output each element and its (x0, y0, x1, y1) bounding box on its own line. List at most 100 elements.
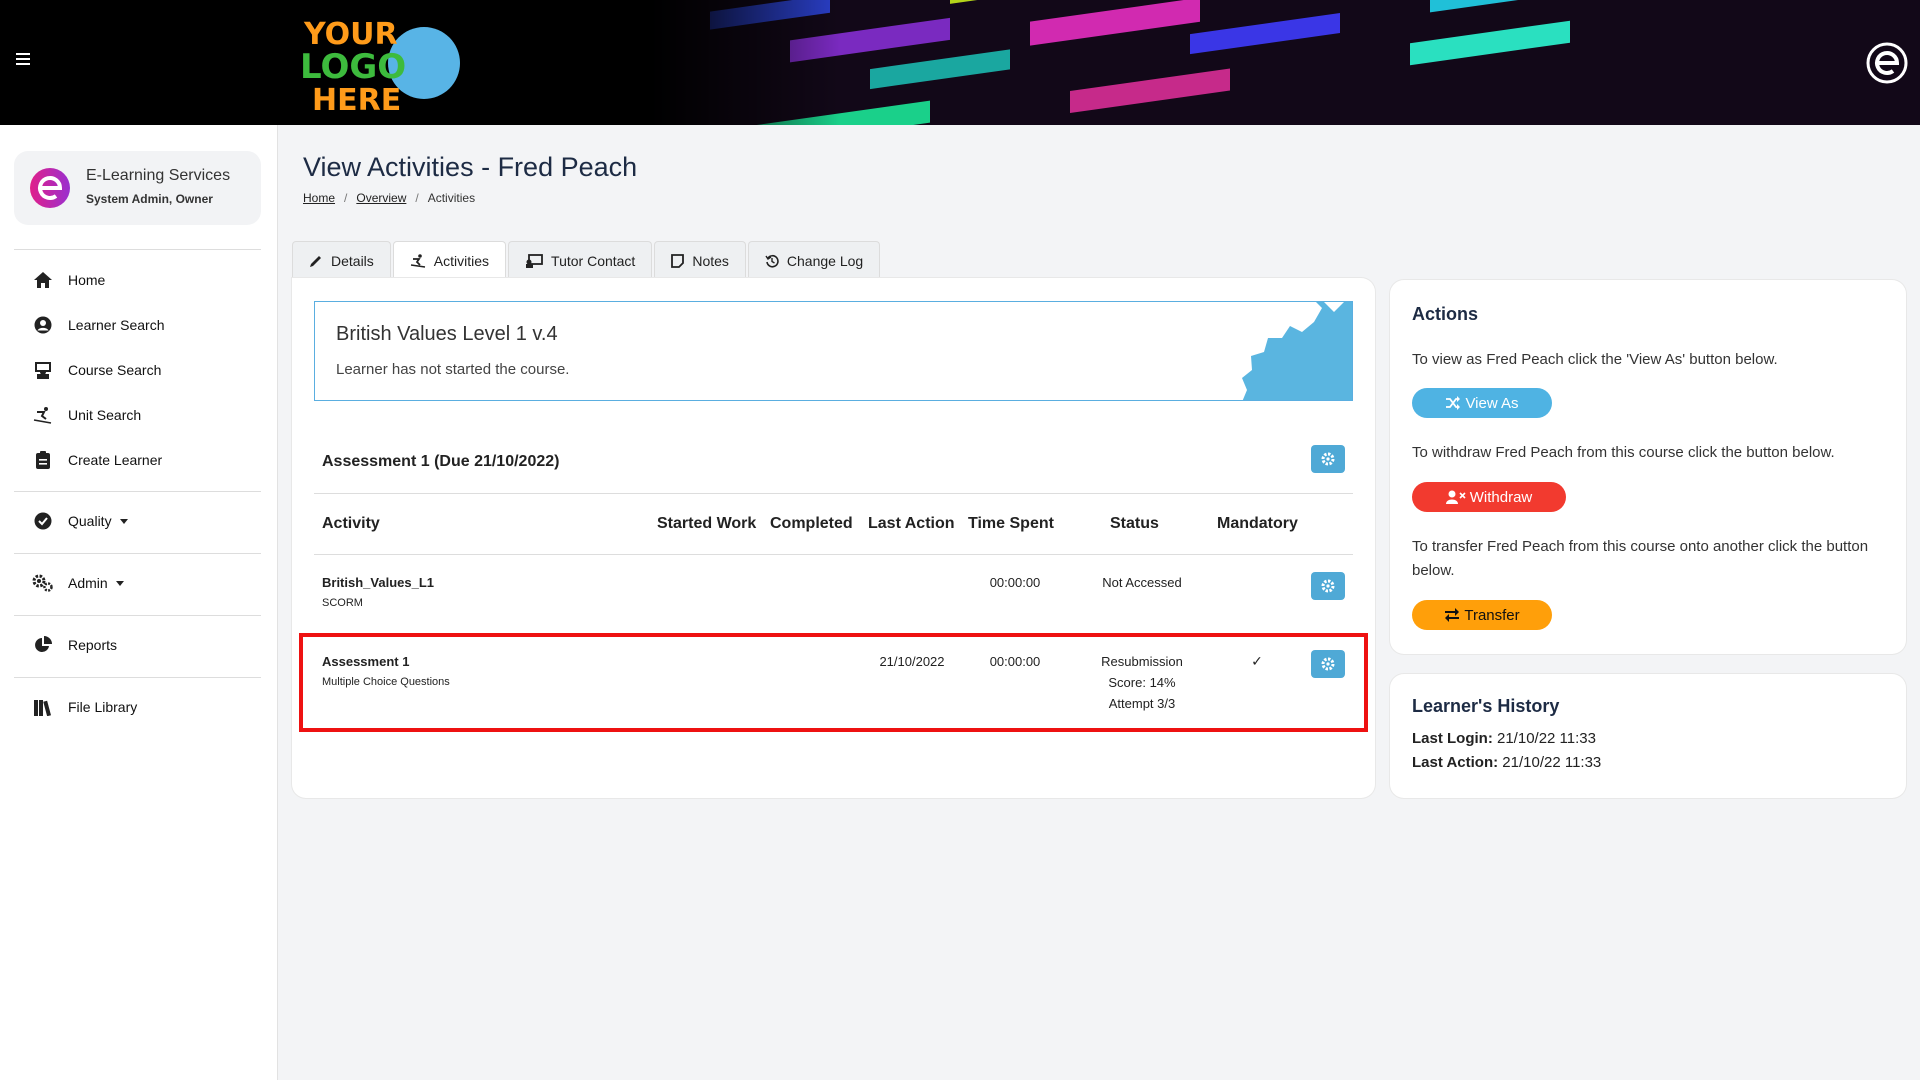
learner-history-panel: Learner's History Last Login: 21/10/22 1… (1390, 674, 1906, 798)
sidebar-divider (14, 553, 261, 554)
status-text: Not Accessed (1102, 575, 1182, 590)
course-title: British Values Level 1 v.4 (336, 323, 558, 345)
organisation-name: E-Learning Services (86, 167, 231, 184)
withdraw-button[interactable]: Withdraw (1412, 482, 1566, 512)
pencil-icon (310, 255, 321, 267)
column-header-started-work: Started Work (657, 515, 757, 532)
sidebar-item-admin[interactable]: Admin (32, 572, 124, 594)
breadcrumb: Home / Overview / Activities (303, 191, 476, 205)
sidebar-item-label: File Library (68, 699, 138, 715)
actions-panel: Actions To view as Fred Peach click the … (1390, 280, 1906, 654)
sidebar-item-label: Course Search (68, 362, 162, 378)
column-header-status: Status (1110, 515, 1159, 532)
profile-card: E-Learning Services System Admin, Owner (14, 151, 261, 225)
sidebar-item-unit-search[interactable]: Unit Search (32, 404, 141, 426)
assessment-heading: Assessment 1 (Due 21/10/2022) (322, 453, 560, 470)
history-icon (765, 254, 779, 268)
tab-change-log[interactable]: Change Log (747, 241, 881, 279)
tab-label: Tutor Contact (551, 252, 636, 269)
activity-type: SCORM (322, 597, 363, 609)
organisation-logo-icon (30, 168, 70, 208)
user-circle-icon (32, 314, 54, 336)
svg-text:LOGO: LOGO (300, 47, 406, 87)
sidebar-item-label: Unit Search (68, 407, 142, 423)
table-divider (314, 493, 1353, 494)
history-heading: Learner's History (1412, 696, 1560, 716)
column-header-activity: Activity (322, 515, 380, 532)
sidebar: E-Learning Services System Admin, Owner … (0, 125, 278, 1080)
svg-text:HERE: HERE (312, 83, 401, 116)
check-circle-icon (32, 510, 54, 532)
skier-icon (32, 404, 54, 426)
breadcrumb-overview-link[interactable]: Overview (356, 191, 406, 205)
last-action: Last Action: 21/10/22 11:33 (1412, 754, 1601, 771)
sidebar-item-reports[interactable]: Reports (32, 634, 117, 656)
shuffle-icon (1446, 396, 1461, 410)
highlight-box (299, 633, 1368, 732)
column-header-time-spent: Time Spent (968, 515, 1054, 532)
button-label: View As (1465, 394, 1519, 412)
user-remove-icon (1445, 490, 1466, 504)
tab-tutor-contact[interactable]: Tutor Contact (508, 241, 653, 279)
sidebar-item-label: Quality (68, 513, 112, 529)
sidebar-divider (14, 615, 261, 616)
chevron-down-icon (119, 518, 128, 524)
chevron-down-icon (115, 580, 124, 586)
tab-label: Activities (433, 252, 490, 269)
exchange-icon (1445, 608, 1460, 622)
tab-notes[interactable]: Notes (654, 241, 746, 279)
top-header: YOUR LOGO HERE (0, 0, 1920, 125)
company-logo: YOUR LOGO HERE (300, 17, 460, 116)
gear-icon (1321, 452, 1335, 466)
column-header-completed: Completed (770, 515, 853, 532)
breadcrumb-current: Activities (427, 191, 476, 205)
brand-e-icon (1866, 42, 1908, 84)
sidebar-item-label: Learner Search (68, 317, 165, 333)
menu-toggle-icon[interactable] (16, 50, 38, 72)
activity-name: British_Values_L1 (322, 575, 434, 590)
sidebar-divider (14, 491, 261, 492)
course-badge-icon (1242, 302, 1352, 400)
breadcrumb-home-link[interactable]: Home (303, 191, 335, 205)
note-icon (671, 253, 685, 268)
tab-activities[interactable]: Activities (392, 241, 507, 279)
view-as-button[interactable]: View As (1412, 388, 1552, 418)
sidebar-item-learner-search[interactable]: Learner Search (32, 314, 165, 336)
books-icon (32, 696, 54, 718)
withdraw-text: To withdraw Fred Peach from this course … (1412, 444, 1835, 461)
last-login-label: Last Login: (1412, 730, 1493, 747)
activity-settings-button[interactable] (1311, 572, 1345, 600)
tab-bar: Details Activities Tutor Contact Notes C… (292, 241, 882, 279)
last-login: Last Login: 21/10/22 11:33 (1412, 730, 1596, 747)
actions-heading: Actions (1412, 304, 1479, 324)
last-action-value: 21/10/22 11:33 (1502, 754, 1602, 771)
table-divider (314, 554, 1353, 555)
chalkboard-icon (526, 253, 543, 268)
gear-icon (1321, 579, 1335, 593)
column-header-last-action: Last Action (868, 515, 955, 532)
sidebar-divider (14, 677, 261, 678)
column-header-mandatory: Mandatory (1217, 515, 1298, 532)
transfer-button[interactable]: Transfer (1412, 600, 1552, 630)
page-title: View Activities - Fred Peach (303, 152, 638, 182)
tab-label: Notes (692, 252, 729, 269)
sidebar-item-quality[interactable]: Quality (32, 510, 128, 532)
sidebar-item-course-search[interactable]: Course Search (32, 359, 161, 381)
button-label: Transfer (1464, 606, 1520, 624)
skier-icon (410, 253, 425, 268)
tab-label: Details (331, 252, 374, 269)
sidebar-item-file-library[interactable]: File Library (32, 696, 137, 718)
time-spent: 00:00:00 (989, 575, 1041, 590)
assessment-settings-button[interactable] (1311, 445, 1345, 473)
sidebar-item-create-learner[interactable]: Create Learner (32, 449, 162, 471)
last-login-value: 21/10/22 11:33 (1497, 730, 1596, 747)
teacher-icon (32, 359, 54, 381)
header-banner-image (650, 0, 1920, 125)
tab-details[interactable]: Details (292, 241, 391, 279)
home-icon (32, 269, 54, 291)
view-as-text: To view as Fred Peach click the 'View As… (1412, 351, 1778, 368)
tab-label: Change Log (786, 252, 864, 269)
sidebar-item-home[interactable]: Home (32, 269, 105, 291)
sidebar-divider (14, 249, 261, 250)
last-action-label: Last Action: (1412, 754, 1499, 771)
